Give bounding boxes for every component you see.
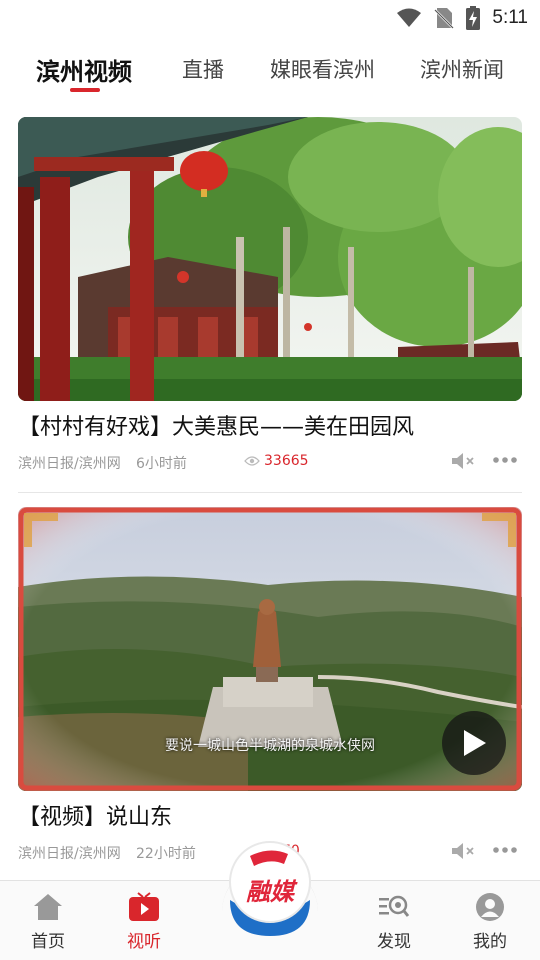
eye-icon — [244, 456, 260, 466]
active-tab-indicator — [70, 88, 100, 92]
wifi-icon — [396, 7, 422, 29]
mute-icon[interactable] — [450, 452, 476, 474]
more-options-icon[interactable] — [492, 841, 518, 863]
nav-profile-label: 我的 — [473, 932, 507, 952]
rongmei-button[interactable]: 融媒 — [226, 838, 314, 938]
rongmei-logo: 融媒 — [229, 841, 311, 936]
tv-play-icon — [129, 892, 159, 921]
nav-home[interactable]: 首页 — [8, 891, 88, 952]
view-count-value: 33665 — [264, 453, 309, 469]
nav-discover-label: 发现 — [377, 932, 411, 952]
video-source: 滨州日报/滨州网 — [18, 846, 121, 862]
courtyard-image — [18, 117, 522, 401]
profile-icon — [476, 893, 504, 921]
video-title[interactable]: 【村村有好戏】大美惠民——美在田园风 — [18, 409, 522, 441]
status-time: 5:11 — [492, 7, 528, 28]
tab-live[interactable]: 直播 — [182, 54, 224, 84]
video-time: 6小时前 — [136, 456, 187, 472]
play-button[interactable] — [442, 711, 506, 775]
video-card[interactable]: 要说一城山色半城湖的泉城水侠网 【视频】说山东 滨州日报/滨州网 22小时前 3… — [18, 507, 522, 867]
nav-audio-video-label: 视听 — [127, 932, 161, 952]
nav-discover[interactable]: 发现 — [354, 891, 434, 952]
view-count: 33665 — [244, 453, 309, 469]
video-thumbnail[interactable]: 要说一城山色半城湖的泉城水侠网 — [18, 507, 522, 791]
nav-profile[interactable]: 我的 — [450, 891, 530, 952]
discover-icon — [379, 895, 410, 917]
battery-charging-icon — [466, 6, 481, 30]
video-source: 滨州日报/滨州网 — [18, 456, 121, 472]
svg-text:融媒: 融媒 — [246, 878, 298, 906]
home-icon — [34, 894, 62, 920]
mute-icon[interactable] — [450, 842, 476, 864]
status-bar: 5:11 — [0, 0, 540, 36]
feed-divider — [18, 492, 522, 493]
video-thumbnail[interactable] — [18, 117, 522, 401]
no-sim-icon — [434, 7, 455, 29]
play-icon — [464, 730, 486, 756]
video-title[interactable]: 【视频】说山东 — [18, 799, 522, 831]
nav-home-label: 首页 — [31, 932, 65, 952]
nav-audio-video[interactable]: 视听 — [104, 891, 184, 952]
video-card[interactable]: 【村村有好戏】大美惠民——美在田园风 滨州日报/滨州网 6小时前 33665 — [18, 117, 522, 477]
channel-tabs: 滨州视频 直播 媒眼看滨州 滨州新闻 — [0, 48, 540, 96]
video-time: 22小时前 — [136, 846, 196, 862]
more-options-icon[interactable] — [492, 451, 518, 473]
tab-binzhou-news[interactable]: 滨州新闻 — [420, 54, 504, 84]
tab-media-eye[interactable]: 媒眼看滨州 — [270, 54, 375, 84]
video-meta: 滨州日报/滨州网 6小时前 33665 — [18, 447, 522, 477]
tab-binzhou-video[interactable]: 滨州视频 — [36, 52, 132, 87]
